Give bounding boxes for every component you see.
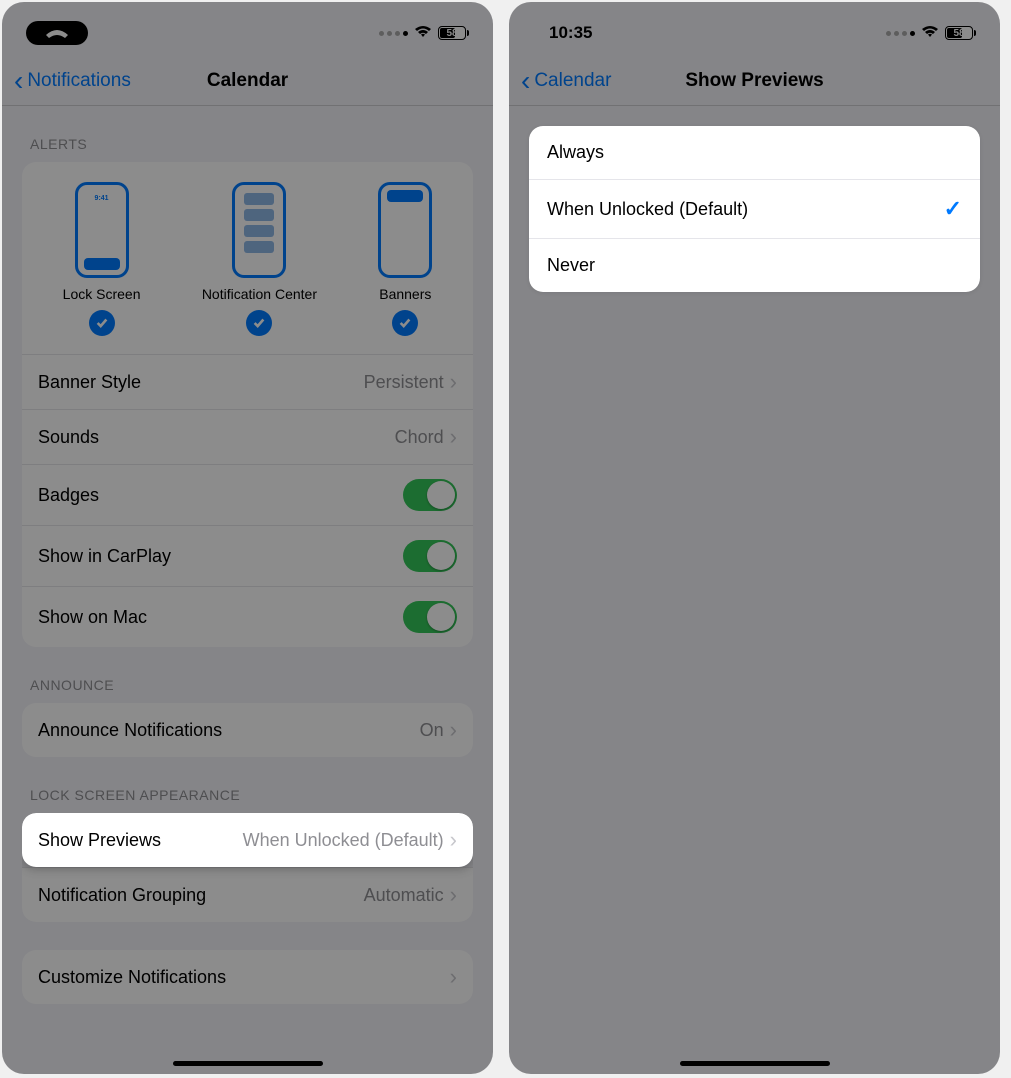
row-label: Badges <box>38 485 99 506</box>
row-value: Persistent <box>364 372 444 393</box>
carplay-toggle[interactable] <box>403 540 457 572</box>
chevron-right-icon: › <box>450 964 457 990</box>
chevron-left-icon: ‹ <box>521 67 530 95</box>
cellular-signal-icon <box>886 31 915 36</box>
chevron-right-icon: › <box>450 717 457 743</box>
battery-icon: 58 <box>438 26 469 40</box>
alert-banners[interactable]: Banners <box>378 182 432 336</box>
status-bar: 10:35 58 <box>509 2 1000 56</box>
phone-hangup-icon <box>44 27 70 39</box>
alert-notification-center[interactable]: Notification Center <box>202 182 317 336</box>
back-label: Calendar <box>534 70 611 92</box>
status-bar: 58 <box>2 2 493 56</box>
alert-label: Lock Screen <box>63 286 141 302</box>
call-pill[interactable] <box>26 21 88 45</box>
option-always[interactable]: Always <box>529 126 980 179</box>
home-indicator <box>173 1061 323 1066</box>
check-icon[interactable] <box>89 310 115 336</box>
battery-icon: 58 <box>945 26 976 40</box>
alert-lockscreen[interactable]: 9:41 Lock Screen <box>63 182 141 336</box>
wifi-icon <box>921 23 939 43</box>
carplay-row: Show in CarPlay <box>22 525 473 586</box>
preview-options-group: Always When Unlocked (Default) ✓ Never <box>529 126 980 292</box>
row-value: Automatic <box>364 885 444 906</box>
mac-row: Show on Mac <box>22 586 473 647</box>
customize-group: Customize Notifications › <box>22 950 473 1004</box>
home-indicator <box>680 1061 830 1066</box>
alert-label: Notification Center <box>202 286 317 302</box>
row-label: Show in CarPlay <box>38 546 171 567</box>
row-label: Customize Notifications <box>38 967 226 988</box>
announce-row[interactable]: Announce Notifications On › <box>22 703 473 757</box>
battery-level: 58 <box>446 28 457 39</box>
sounds-row[interactable]: Sounds Chord › <box>22 409 473 464</box>
row-label: Sounds <box>38 427 99 448</box>
banner-style-row[interactable]: Banner Style Persistent › <box>22 354 473 409</box>
lockscreen-icon: 9:41 <box>75 182 129 278</box>
banners-icon <box>378 182 432 278</box>
chevron-right-icon: › <box>450 369 457 395</box>
nav-bar: ‹ Notifications Calendar <box>2 56 493 106</box>
back-button[interactable]: ‹ Notifications <box>14 67 131 95</box>
alerts-group: 9:41 Lock Screen Notification Center <box>22 162 473 647</box>
row-value: When Unlocked (Default) <box>243 830 444 851</box>
row-label: Banner Style <box>38 372 141 393</box>
back-label: Notifications <box>27 70 131 92</box>
option-label: Always <box>547 142 604 163</box>
back-button[interactable]: ‹ Calendar <box>521 67 611 95</box>
row-label: Announce Notifications <box>38 720 222 741</box>
chevron-left-icon: ‹ <box>14 67 23 95</box>
right-screenshot: 10:35 58 ‹ Calendar Show Previews Always… <box>509 2 1000 1074</box>
cellular-signal-icon <box>379 31 408 36</box>
nav-bar: ‹ Calendar Show Previews <box>509 56 1000 106</box>
option-label: Never <box>547 255 595 276</box>
status-time: 10:35 <box>533 23 592 43</box>
customize-row[interactable]: Customize Notifications › <box>22 950 473 1004</box>
option-never[interactable]: Never <box>529 238 980 292</box>
wifi-icon <box>414 23 432 43</box>
option-when-unlocked[interactable]: When Unlocked (Default) ✓ <box>529 179 980 238</box>
badges-toggle[interactable] <box>403 479 457 511</box>
option-label: When Unlocked (Default) <box>547 199 748 220</box>
show-previews-row[interactable]: Show Previews When Unlocked (Default) › <box>22 813 473 867</box>
mac-toggle[interactable] <box>403 601 457 633</box>
battery-level: 58 <box>953 28 964 39</box>
chevron-right-icon: › <box>450 882 457 908</box>
grouping-row[interactable]: Notification Grouping Automatic › <box>22 867 473 922</box>
row-label: Notification Grouping <box>38 885 206 906</box>
row-label: Show Previews <box>38 830 161 851</box>
appearance-group: Show Previews When Unlocked (Default) › N… <box>22 813 473 922</box>
left-screenshot: 58 ‹ Notifications Calendar ALERTS 9:41 … <box>2 2 493 1074</box>
announce-section-header: ANNOUNCE <box>22 647 473 703</box>
check-icon[interactable] <box>392 310 418 336</box>
chevron-right-icon: › <box>450 827 457 853</box>
row-label: Show on Mac <box>38 607 147 628</box>
row-value: On <box>420 720 444 741</box>
alerts-section-header: ALERTS <box>22 106 473 162</box>
checkmark-icon: ✓ <box>944 196 962 222</box>
appearance-section-header: LOCK SCREEN APPEARANCE <box>22 757 473 813</box>
row-value: Chord <box>395 427 444 448</box>
badges-row: Badges <box>22 464 473 525</box>
notification-center-icon <box>232 182 286 278</box>
alert-label: Banners <box>379 286 431 302</box>
announce-group: Announce Notifications On › <box>22 703 473 757</box>
chevron-right-icon: › <box>450 424 457 450</box>
check-icon[interactable] <box>246 310 272 336</box>
